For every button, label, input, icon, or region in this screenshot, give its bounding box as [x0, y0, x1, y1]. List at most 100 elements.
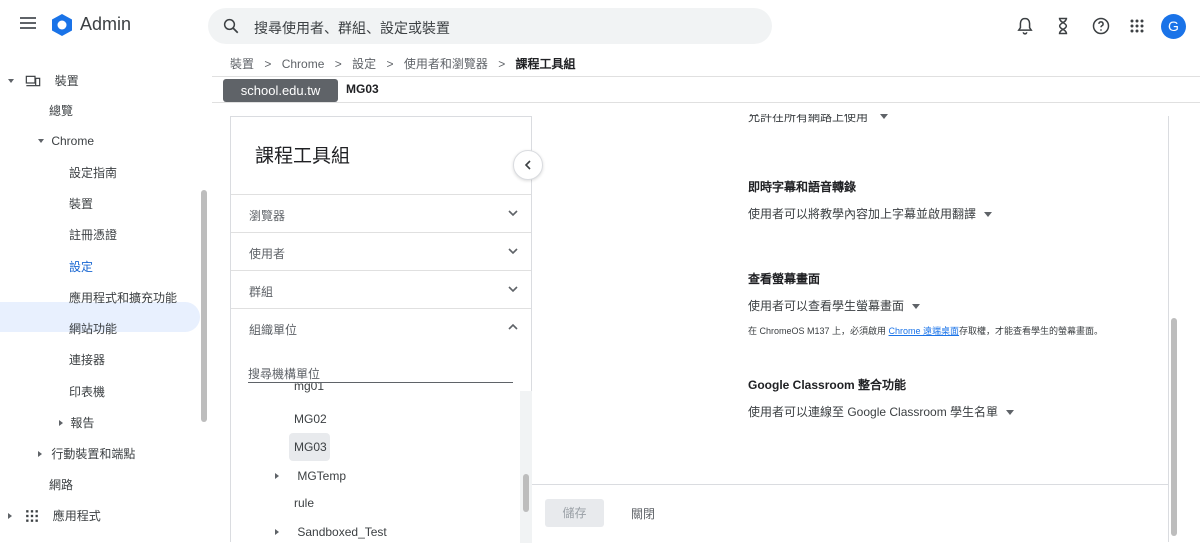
tree-item-label: Sandboxed_Test [297, 524, 387, 539]
org-unit-title: MG03 [346, 82, 379, 96]
tree-scrollbar-track[interactable] [520, 391, 532, 543]
setting-title-screen-view: 查看螢幕畫面 [748, 272, 821, 286]
admin-logo-icon [52, 14, 72, 36]
sidebar-item-setup-guide[interactable]: 設定指南 [69, 164, 117, 181]
sidebar-item-devices[interactable]: 裝置 [8, 72, 79, 89]
note-text: 在 ChromeOS M137 上，必須啟用 [748, 326, 889, 336]
section-org-units[interactable]: 組織單位 [231, 308, 531, 346]
sidebar-item-chrome[interactable]: Chrome [38, 133, 94, 148]
help-icon[interactable] [1091, 16, 1111, 36]
dropdown-caret-icon [1006, 410, 1015, 416]
breadcrumb-separator: > [498, 57, 506, 71]
expand-icon [38, 450, 42, 457]
breadcrumb-separator: > [386, 57, 394, 71]
divider [212, 102, 1200, 103]
apps-grid-icon[interactable] [1127, 16, 1147, 36]
sidebar-item-apps-extensions[interactable]: 應用程式和擴充功能 [69, 289, 177, 306]
hourglass-icon[interactable] [1053, 16, 1073, 36]
divider [212, 76, 1200, 77]
chevron-down-icon [508, 248, 518, 255]
divider [532, 484, 1169, 485]
apps-grid-icon [26, 509, 39, 522]
top-bar: Admin 搜尋使用者、群組、設定或裝置 G [0, 0, 1200, 52]
sidebar-item-network[interactable]: 網路 [49, 476, 73, 493]
sidebar-item-label: Chrome [51, 133, 95, 148]
captions-dropdown[interactable]: 使用者可以將教學內容加上字幕並啟用翻譯 [748, 205, 993, 222]
bell-icon[interactable] [1015, 16, 1035, 36]
org-unit-search-input[interactable]: 搜尋機構單位 [248, 365, 513, 383]
sidebar-item-apps[interactable]: 應用程式 [8, 507, 101, 524]
sidebar-item-label: 應用程式 [52, 509, 101, 523]
panel-title: 課程工具組 [255, 146, 351, 167]
breadcrumb-item[interactable]: 使用者和瀏覽器 [404, 57, 488, 71]
chevron-down-icon [508, 210, 518, 217]
section-browser[interactable]: 瀏覽器 [231, 194, 531, 232]
sidebar-item-label: 報告 [70, 416, 95, 430]
breadcrumb-separator: > [264, 57, 272, 71]
close-button[interactable]: 關閉 [631, 505, 655, 522]
setting-note: 在 ChromeOS M137 上，必須啟用 Chrome 遠端桌面存取權，才能… [748, 324, 1103, 337]
sidebar-scrollbar[interactable] [201, 190, 207, 422]
expand-icon [8, 512, 12, 519]
setting-value: 使用者可以將教學內容加上字幕並啟用翻譯 [748, 207, 977, 221]
setting-value-dropdown[interactable]: 允許在所有網路上使用 [748, 114, 889, 126]
save-button[interactable]: 儲存 [545, 499, 604, 527]
breadcrumb: 裝置 > Chrome > 設定 > 使用者和瀏覽器 > 課程工具組 [230, 55, 576, 72]
breadcrumb-separator: > [334, 57, 342, 71]
tree-item-label: MGTemp [297, 468, 347, 483]
tree-item[interactable]: MGTemp [275, 468, 346, 483]
screen-view-dropdown[interactable]: 使用者可以查看學生螢幕畫面 [748, 297, 921, 314]
tree-item[interactable]: rule [294, 496, 314, 510]
expand-icon [59, 419, 63, 426]
sidebar-item-label: 裝置 [54, 74, 79, 88]
tree-item[interactable]: Sandboxed_Test [275, 524, 387, 539]
expand-icon[interactable] [275, 528, 279, 535]
sidebar-item-settings[interactable]: 設定 [69, 258, 93, 275]
breadcrumb-current: 課程工具組 [515, 57, 576, 71]
breadcrumb-item[interactable]: 裝置 [230, 57, 254, 71]
expand-icon[interactable] [275, 472, 279, 479]
section-users[interactable]: 使用者 [231, 232, 531, 270]
menu-icon[interactable] [20, 17, 36, 29]
dropdown-caret-icon [984, 212, 993, 218]
sidebar-item-mobile-endpoints[interactable]: 行動裝置和端點 [38, 445, 135, 462]
dropdown-caret-icon [880, 114, 889, 119]
search-input[interactable]: 搜尋使用者、群組、設定或裝置 [208, 8, 772, 44]
settings-category-panel: 課程工具組 瀏覽器 使用者 群組 組織單位 搜尋機構單位 mg01 MG02 M… [230, 116, 532, 543]
breadcrumb-item[interactable]: Chrome [282, 57, 325, 71]
app-title[interactable]: Admin [80, 14, 131, 35]
tree-item-selected[interactable]: MG03 [294, 440, 327, 454]
sidebar-item-chrome-devices[interactable]: 裝置 [69, 195, 93, 212]
section-groups[interactable]: 群組 [231, 270, 531, 308]
setting-value: 使用者可以查看學生螢幕畫面 [748, 299, 905, 313]
dropdown-caret-icon [912, 304, 921, 310]
sidebar-item-reports[interactable]: 報告 [59, 414, 94, 431]
sidebar-item-overview[interactable]: 總覽 [49, 102, 73, 119]
setting-title-classroom: Google Classroom 整合功能 [748, 378, 907, 392]
section-label: 組織單位 [249, 323, 298, 337]
tree-scrollbar-thumb[interactable] [523, 474, 529, 512]
chevron-down-icon [508, 286, 518, 293]
avatar[interactable]: G [1161, 14, 1186, 39]
search-icon [223, 18, 239, 34]
section-label: 瀏覽器 [249, 209, 286, 223]
setting-value: 使用者可以連線至 Google Classroom 學生名單 [748, 405, 999, 419]
tooltip: school.edu.tw [223, 79, 338, 102]
remote-desktop-link[interactable]: Chrome 遠端桌面 [889, 326, 960, 336]
chevron-up-icon [508, 323, 518, 330]
sidebar-item-connectors[interactable]: 連接器 [69, 351, 105, 368]
sidebar: 裝置 總覽 Chrome 設定指南 裝置 註冊憑證 設定 應用程式和擴充功能 網… [0, 52, 212, 542]
sidebar-item-site-features[interactable]: 網站功能 [69, 320, 117, 337]
sidebar-item-enrollment-tokens[interactable]: 註冊憑證 [69, 226, 117, 243]
expand-icon [8, 78, 14, 83]
setting-value: 允許在所有網路上使用 [748, 114, 869, 124]
tree-item[interactable]: mg01 [294, 383, 324, 393]
tree-item[interactable]: MG02 [294, 412, 327, 426]
classroom-dropdown[interactable]: 使用者可以連線至 Google Classroom 學生名單 [748, 403, 1015, 420]
search-placeholder: 搜尋使用者、群組、設定或裝置 [254, 20, 450, 36]
sidebar-item-printers[interactable]: 印表機 [69, 383, 105, 400]
sidebar-item-label: 行動裝置和端點 [51, 447, 136, 461]
breadcrumb-item[interactable]: 設定 [352, 57, 376, 71]
section-label: 群組 [249, 285, 274, 299]
content-scrollbar[interactable] [1171, 318, 1177, 536]
